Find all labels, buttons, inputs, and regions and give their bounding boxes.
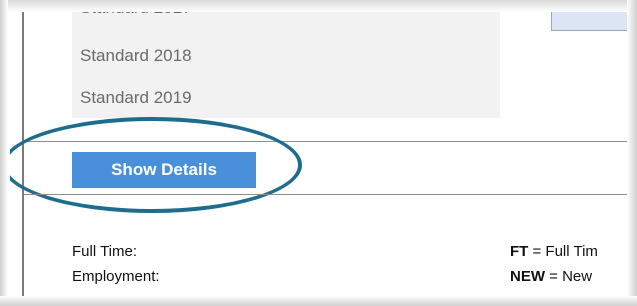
legend-text: = New — [549, 268, 593, 285]
show-details-button[interactable]: Show Details — [72, 152, 256, 188]
full-time-label: Full Time: — [72, 243, 138, 260]
divider — [24, 141, 630, 142]
divider — [24, 194, 630, 195]
shadow-edge-bottom — [0, 296, 637, 306]
list-item[interactable]: Standard 2018 — [80, 46, 192, 66]
legend-text: = Full Tim — [532, 243, 598, 260]
full-time-legend: FT = Full Tim — [510, 243, 598, 260]
standard-listbox[interactable]: Standard 2017 Standard 2018 Standard 201… — [72, 6, 500, 118]
screenshot-frame: Standard 2017 Standard 2018 Standard 201… — [0, 0, 637, 306]
employment-legend: NEW = New — [510, 268, 592, 285]
shadow-edge-top — [0, 0, 637, 12]
list-item[interactable]: Standard 2019 — [80, 88, 192, 108]
shadow-edge-right — [627, 0, 637, 306]
legend-code: FT — [510, 243, 529, 260]
employment-label: Employment: — [72, 268, 160, 285]
page-content: Standard 2017 Standard 2018 Standard 201… — [10, 6, 630, 296]
left-border — [22, 6, 24, 296]
legend-code: NEW — [510, 268, 545, 285]
shadow-edge-left — [0, 0, 8, 306]
